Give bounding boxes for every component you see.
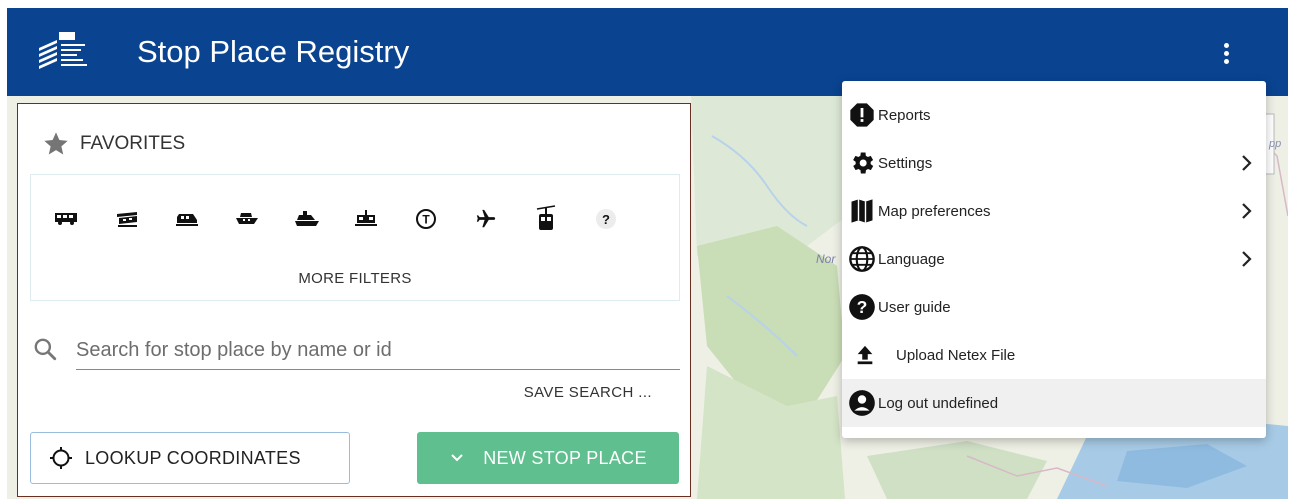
chevron-right-icon: [1242, 203, 1252, 219]
agency-logo: [39, 32, 87, 69]
water-icon: [236, 213, 258, 224]
menu-item-upload-netex[interactable]: Upload Netex File: [842, 331, 1266, 379]
mode-filter-ferry[interactable]: [295, 205, 355, 233]
menu-item-label: Language: [878, 250, 945, 268]
mode-filter-tram[interactable]: [115, 205, 175, 233]
menu-item-map-preferences[interactable]: Map preferences: [842, 187, 1266, 235]
lookup-coordinates-label: LOOKUP COORDINATES: [85, 447, 301, 468]
map-icon: [851, 199, 873, 223]
menu-item-label: User guide: [878, 298, 951, 316]
chevron-right-icon: [1242, 155, 1252, 171]
menu-item-log-out[interactable]: Log out undefined: [842, 379, 1266, 427]
mode-filter-rail[interactable]: [175, 205, 235, 233]
mode-filter-box: T ? MORE FILTERS: [30, 174, 680, 301]
map-corner-label: pp: [1269, 138, 1282, 150]
menu-item-label: Map preferences: [878, 202, 991, 220]
lookup-coordinates-button[interactable]: LOOKUP COORDINATES: [30, 432, 350, 484]
favorites-label: FAVORITES: [80, 133, 186, 154]
search-row: [32, 332, 680, 372]
save-search-button[interactable]: SAVE SEARCH ...: [524, 384, 652, 401]
alert-icon: [850, 103, 874, 127]
gear-icon: [853, 152, 874, 174]
globe-icon: [849, 246, 875, 272]
menu-item-user-guide[interactable]: ? User guide: [842, 283, 1266, 331]
more-options-icon[interactable]: [1212, 36, 1240, 70]
ferry-icon: [295, 211, 319, 226]
menu-item-language[interactable]: Language: [842, 235, 1266, 283]
mode-filter-taxi[interactable]: T: [415, 205, 475, 233]
app-title: Stop Place Registry: [137, 34, 410, 69]
svg-text:?: ?: [602, 212, 610, 227]
search-icon: [34, 338, 57, 361]
rail-icon: [176, 214, 198, 226]
map-place-label: Nor: [816, 252, 836, 266]
mode-filter-bus[interactable]: [55, 205, 115, 233]
star-icon: [44, 132, 68, 155]
bus-icon: [55, 213, 77, 225]
chevron-down-icon: [451, 454, 463, 462]
mode-filter-other[interactable]: ?: [595, 205, 655, 233]
tram-icon: [117, 212, 137, 227]
user-menu: Reports Settings Map preferences Languag…: [842, 81, 1266, 438]
menu-item-label: Settings: [878, 154, 933, 172]
mode-filter-cablecar[interactable]: [535, 205, 595, 233]
menu-item-label: Upload Netex File: [896, 346, 1016, 364]
taxi-icon: T: [416, 209, 436, 229]
favorites-header[interactable]: FAVORITES: [42, 130, 185, 158]
search-panel: FAVORITES T ? MORE FILTERS Search for st…: [17, 103, 691, 497]
search-input[interactable]: [76, 332, 680, 370]
menu-item-settings[interactable]: Settings: [842, 139, 1266, 187]
menu-item-label: Log out undefined: [878, 394, 999, 412]
new-stop-place-label: NEW STOP PLACE: [483, 447, 647, 468]
air-icon: [476, 209, 496, 228]
svg-text:?: ?: [857, 297, 868, 317]
mode-filter-air[interactable]: [475, 205, 535, 233]
menu-item-reports[interactable]: Reports: [842, 91, 1266, 139]
chevron-right-icon: [1242, 251, 1252, 267]
other-icon: ?: [596, 209, 616, 229]
mode-filter-water[interactable]: [235, 205, 295, 233]
metro-icon: [355, 210, 377, 226]
mode-filter-metro[interactable]: [355, 205, 415, 233]
mode-filter-row: T ?: [55, 205, 655, 233]
crosshair-icon: [50, 447, 72, 469]
cablecar-icon: [536, 205, 556, 230]
new-stop-place-button[interactable]: NEW STOP PLACE: [417, 432, 679, 484]
account-icon: [849, 390, 875, 416]
menu-item-label: Reports: [878, 106, 931, 124]
upload-icon: [857, 345, 873, 365]
more-filters-button[interactable]: MORE FILTERS: [31, 270, 679, 287]
svg-text:T: T: [422, 213, 430, 227]
help-icon: ?: [849, 294, 875, 320]
